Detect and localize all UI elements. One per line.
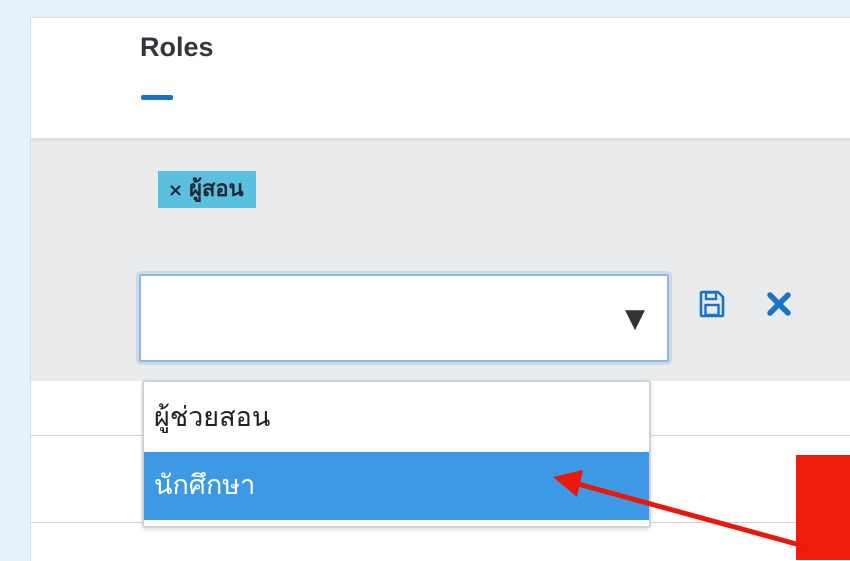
dropdown-option-student[interactable]: นักศึกษา: [144, 452, 649, 520]
role-tag-label: ผู้สอน: [189, 177, 244, 202]
roles-header: Roles: [31, 18, 850, 138]
role-dropdown-list: ผู้ช่วยสอน นักศึกษา: [142, 380, 651, 528]
page-title: Roles: [140, 32, 214, 62]
remove-tag-icon[interactable]: ×: [168, 180, 183, 201]
dropdown-option-assistant[interactable]: ผู้ช่วยสอน: [144, 384, 649, 452]
annotation-red-box: [796, 455, 850, 560]
role-tag-teacher[interactable]: × ผู้สอน: [158, 171, 256, 208]
floppy-disk-icon[interactable]: [699, 290, 725, 318]
roles-panel: Roles × ผู้สอน ▼ ผู้ช่วยสอน นักศึกษา: [30, 17, 850, 561]
title-underline: [141, 95, 173, 100]
role-select[interactable]: ▼: [139, 274, 669, 362]
dropdown-arrow-icon[interactable]: ▼: [625, 304, 645, 334]
close-x-icon[interactable]: [767, 291, 791, 317]
roles-edit-area: × ผู้สอน ▼: [31, 138, 850, 381]
